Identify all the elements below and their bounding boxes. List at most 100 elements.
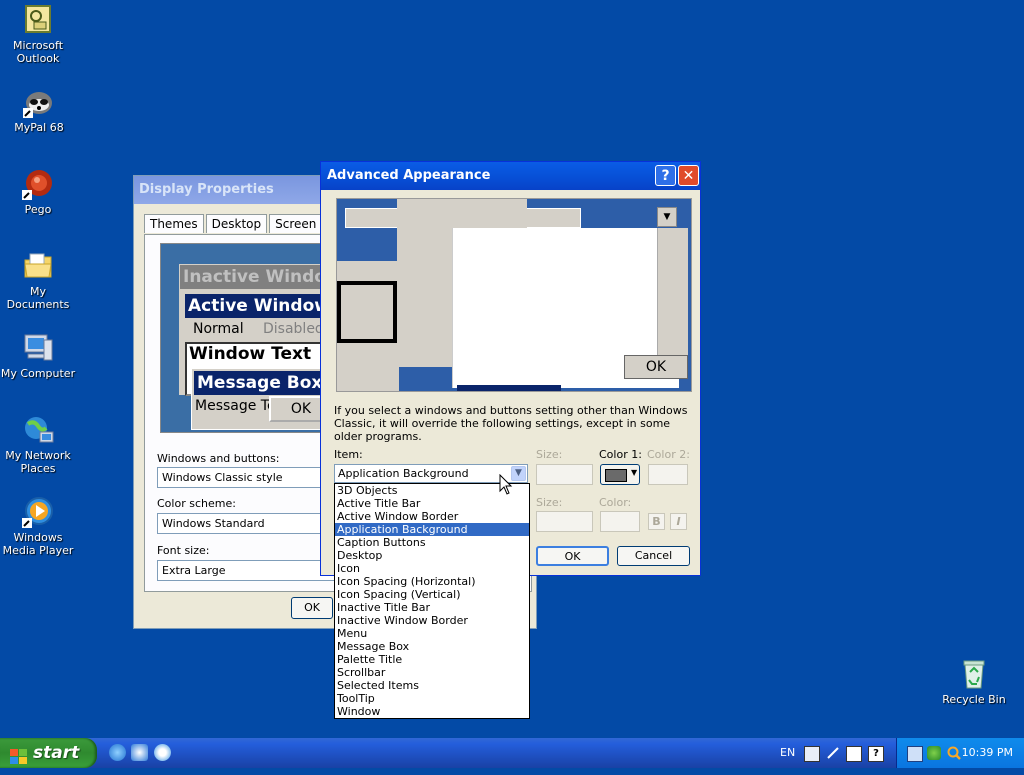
email-client-icon[interactable] [131,744,148,761]
preview-active-window: Active Window [185,294,331,318]
tab-desktop[interactable]: Desktop [205,214,268,233]
desktop-icon-mypal[interactable]: MyPal 68 [0,86,79,134]
outlook-icon [22,4,54,36]
list-item[interactable]: Icon Spacing (Horizontal) [335,575,529,588]
bold-button: B [648,513,665,530]
help-button[interactable]: ? [655,165,676,186]
desktop-icon-my-documents[interactable]: My Documents [0,250,78,311]
list-item[interactable]: Palette Title [335,653,529,666]
computer-icon [22,332,54,364]
advanced-appearance-titlebar: Advanced Appearance ? ✕ [321,162,700,190]
item-dropdown-list[interactable]: 3D Objects Active Title Bar Active Window … [334,483,530,719]
close-button[interactable]: ✕ [678,165,699,186]
cancel-button[interactable]: Cancel [617,546,690,566]
preview-inactive-window: Inactive Window [179,264,331,290]
preview-ok-button: OK [624,355,688,379]
size2-label: Size: [536,496,563,509]
pego-icon [22,168,54,200]
language-bar-icon[interactable] [846,746,862,762]
desktop-icon-label: My Network Places [5,449,71,475]
security-tray-icon[interactable] [927,746,941,760]
list-item[interactable]: Message Box [335,640,529,653]
windows-logo-icon [10,745,28,764]
desktop-icon-label: Recycle Bin [942,693,1006,706]
desktop-icon-recycle-bin[interactable]: Recycle Bin [934,658,1014,706]
font-color-button [600,511,640,532]
color2-label: Color 2: [647,448,690,461]
desktop-icon-label: Windows Media Player [2,531,74,557]
clock[interactable]: 10:39 PM [962,738,1013,768]
font-size-label: Font size: [157,544,210,557]
list-item[interactable]: Selected Items [335,679,529,692]
color-scheme-select[interactable]: Windows Standard [157,513,338,534]
list-item[interactable]: Menu [335,627,529,640]
list-item[interactable]: Desktop [335,549,529,562]
color1-swatch [605,469,627,482]
desktop-icon-pego[interactable]: Pego [0,168,78,216]
item-label: Item: [334,448,363,461]
size-label: Size: [536,448,563,461]
network-tray-icon[interactable] [907,746,923,762]
list-item[interactable]: Inactive Title Bar [335,601,529,614]
list-item[interactable]: ToolTip [335,692,529,705]
chevron-down-icon: ▼ [631,468,638,477]
start-label: start [33,743,80,763]
desktop-icon-label: My Computer [0,367,76,380]
list-item[interactable]: Scrollbar [335,666,529,679]
desktop-icon-label: Pego [24,203,52,216]
advanced-preview[interactable]: ▼ OK [336,198,692,392]
recycle-bin-icon [958,658,990,690]
desktop-icon-label: Microsoft Outlook [12,39,64,65]
preview-message-box: Message Box [194,371,331,395]
color-label: Color: [599,496,632,509]
desktop-icon-label: MyPal 68 [14,121,64,134]
list-item[interactable]: Active Window Border [335,510,529,523]
desktop-icon-media-player[interactable]: Windows Media Player [0,496,78,557]
list-item[interactable]: Window [335,705,529,718]
preview-window-text: Window Text [189,344,312,364]
preview-normal: Normal [193,321,244,337]
size-spinner [536,464,593,485]
pen-icon[interactable] [826,746,840,760]
desktop-icon-my-computer[interactable]: My Computer [0,332,78,380]
list-item[interactable]: Application Background [335,523,529,536]
font-size-select [536,511,593,532]
desktop-icon-label: My Documents [6,285,70,311]
media-player-quicklaunch-icon[interactable] [154,744,171,761]
font-size-select[interactable]: Extra Large [157,560,338,581]
color-scheme-label: Color scheme: [157,497,236,510]
desktop-icon-outlook[interactable]: Microsoft Outlook [0,4,78,65]
preview-disabled: Disabled [263,321,324,337]
internet-explorer-icon[interactable] [109,744,126,761]
list-item[interactable]: Caption Buttons [335,536,529,549]
network-icon [22,414,54,446]
tab-themes[interactable]: Themes [144,214,204,233]
appearance-preview: Inactive Window Active Window Normal Dis… [160,243,332,433]
advanced-appearance-title: Advanced Appearance [327,168,491,183]
chevron-down-icon[interactable]: ▼ [511,466,526,481]
color1-button[interactable]: ▼ [600,464,640,485]
color1-label: Color 1: [599,448,642,461]
windows-buttons-select[interactable]: Windows Classic style [157,467,338,488]
search-tray-icon[interactable] [947,746,961,760]
list-item[interactable]: Icon [335,562,529,575]
list-item[interactable]: Icon Spacing (Vertical) [335,588,529,601]
mouse-cursor-icon [499,473,513,499]
chevron-down-icon: ▼ [657,207,677,227]
display-properties-ok-button[interactable]: OK [291,597,333,619]
media-player-icon [22,496,54,528]
keyboard-icon[interactable] [804,746,820,762]
folder-icon [22,250,54,282]
list-item[interactable]: Inactive Window Border [335,614,529,627]
language-indicator[interactable]: EN [780,738,795,768]
desktop-icon-network[interactable]: My Network Places [0,414,78,475]
start-button[interactable]: start [0,738,97,768]
help-icon[interactable]: ? [868,746,884,762]
ok-button[interactable]: OK [536,546,609,566]
color2-button [648,464,688,485]
preview-bottom-bar [457,385,561,391]
system-tray: 10:39 PM [896,738,1024,768]
taskbar: start EN ? 10:39 PM [0,738,1024,768]
windows-buttons-label: Windows and buttons: [157,452,280,465]
mypal-raccoon-icon [23,86,55,118]
